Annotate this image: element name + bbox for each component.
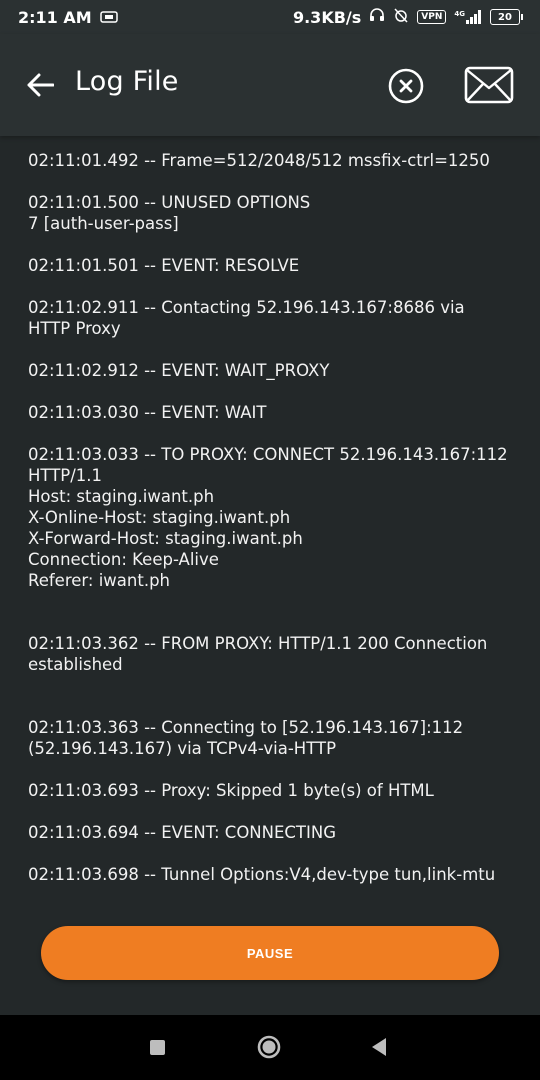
battery-icon: 20 bbox=[490, 9, 523, 25]
signal-icon: 4G bbox=[454, 10, 482, 24]
pause-button[interactable]: PAUSE bbox=[41, 926, 499, 980]
signal-type-label: 4G bbox=[454, 10, 465, 18]
status-bar: 2:11 AM 9.3KB/s VPN 4G 20 bbox=[0, 0, 540, 34]
mail-envelope-icon[interactable] bbox=[463, 64, 515, 106]
vpn-badge: VPN bbox=[417, 10, 447, 24]
screen-record-icon bbox=[99, 8, 118, 27]
log-entry: 02:11:01.500 -- UNUSED OPTIONS 7 [auth-u… bbox=[28, 193, 311, 233]
page-title: Log File bbox=[75, 66, 179, 97]
log-entry: 02:11:03.362 -- FROM PROXY: HTTP/1.1 200… bbox=[28, 634, 488, 674]
log-entry: 02:11:03.694 -- EVENT: CONNECTING bbox=[28, 823, 337, 842]
back-arrow-icon[interactable] bbox=[22, 67, 58, 103]
app-bar: Log File bbox=[0, 34, 540, 136]
log-entry: 02:11:03.363 -- Connecting to [52.196.14… bbox=[28, 718, 464, 758]
home-icon[interactable] bbox=[257, 1035, 281, 1059]
log-entry: 02:11:03.030 -- EVENT: WAIT bbox=[28, 403, 267, 422]
alarm-off-icon bbox=[393, 7, 409, 27]
clear-circle-x-icon[interactable] bbox=[386, 66, 426, 106]
nav-back-icon[interactable] bbox=[370, 1037, 388, 1057]
headphones-icon bbox=[369, 7, 385, 27]
log-entry: 02:11:03.698 -- Tunnel Options:V4,dev-ty… bbox=[28, 865, 496, 884]
log-entry: 02:11:02.912 -- EVENT: WAIT_PROXY bbox=[28, 361, 330, 380]
system-nav-bar bbox=[0, 1015, 540, 1080]
network-speed: 9.3KB/s bbox=[292, 7, 362, 27]
log-entry: 02:11:02.911 -- Contacting 52.196.143.16… bbox=[28, 298, 465, 338]
log-entry: 02:11:01.501 -- EVENT: RESOLVE bbox=[28, 256, 300, 275]
status-time: 2:11 AM bbox=[18, 7, 92, 27]
log-entry: 02:11:03.033 -- TO PROXY: CONNECT 52.196… bbox=[28, 445, 508, 590]
log-entry: 02:11:03.693 -- Proxy: Skipped 1 byte(s)… bbox=[28, 781, 434, 800]
log-list[interactable]: 02:11:01.492 -- Frame=512/2048/512 mssfi… bbox=[28, 150, 508, 910]
log-entry: 02:11:01.492 -- Frame=512/2048/512 mssfi… bbox=[28, 151, 490, 170]
recents-icon[interactable] bbox=[150, 1040, 165, 1055]
